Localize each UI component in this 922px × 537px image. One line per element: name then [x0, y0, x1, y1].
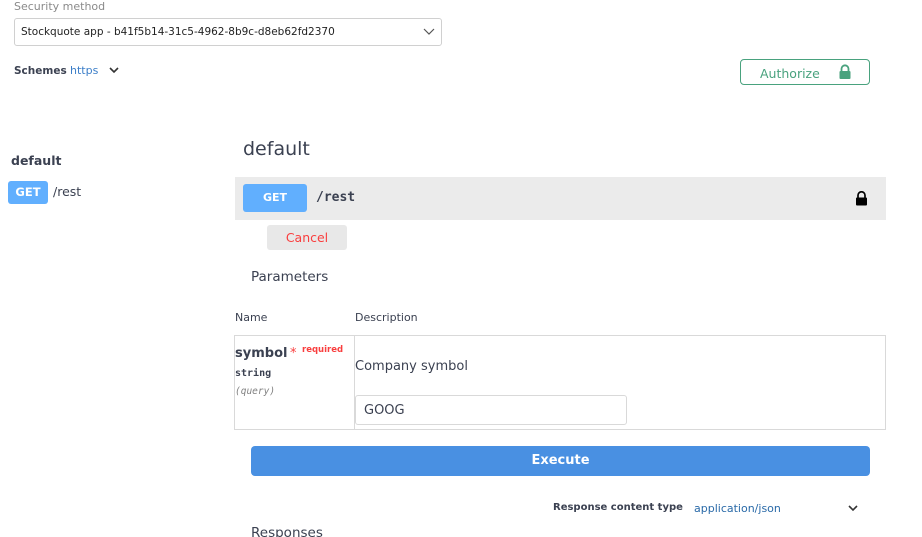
sidebar-title: default — [11, 153, 62, 168]
operation-method-badge: GET — [243, 184, 307, 212]
operation-summary-bar[interactable]: GET /rest — [235, 177, 886, 220]
authorize-label: Authorize — [760, 66, 820, 81]
security-method-select[interactable]: Stockquote app - b41f5b14-31c5-4962-8b9c… — [14, 18, 442, 46]
response-content-type-label: Response content type — [553, 502, 683, 513]
authorize-button[interactable]: Authorize — [740, 59, 870, 85]
chevron-down-icon — [423, 28, 435, 35]
page-title: default — [243, 138, 310, 160]
sidebar-item-method-badge[interactable]: GET — [8, 181, 48, 204]
column-header-name: Name — [235, 311, 268, 324]
security-method-label: Security method — [14, 0, 106, 13]
responses-title: Responses — [251, 525, 323, 537]
parameter-type: string — [235, 368, 272, 379]
chevron-down-icon[interactable] — [108, 66, 120, 76]
operation-path: /rest — [316, 190, 356, 205]
required-star: * — [290, 346, 297, 361]
execute-button[interactable]: Execute — [251, 446, 870, 476]
chevron-down-icon[interactable] — [847, 504, 859, 514]
column-header-description: Description — [355, 311, 418, 324]
lock-icon — [839, 64, 851, 79]
parameter-name: symbol — [235, 346, 288, 361]
cancel-button[interactable]: Cancel — [267, 225, 347, 250]
schemes-select[interactable]: https — [70, 64, 98, 77]
parameter-location: (query) — [235, 386, 276, 397]
lock-icon[interactable] — [855, 191, 868, 206]
required-label: required — [302, 345, 344, 355]
symbol-input[interactable] — [355, 395, 627, 425]
parameters-title: Parameters — [251, 269, 329, 285]
sidebar-item-path[interactable]: /rest — [53, 184, 81, 199]
parameter-description: Company symbol — [355, 359, 468, 374]
security-method-value: Stockquote app - b41f5b14-31c5-4962-8b9c… — [21, 26, 335, 38]
response-content-type-select[interactable]: application/json — [694, 502, 781, 515]
schemes-label: Schemes — [14, 65, 67, 77]
